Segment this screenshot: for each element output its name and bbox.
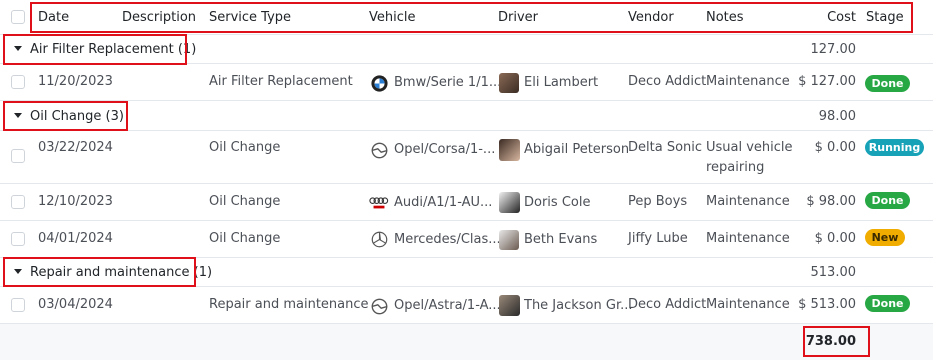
column-header-driver[interactable]: Driver	[498, 10, 538, 25]
caret-down-icon	[14, 269, 22, 274]
list-header: Date Description Service Type Vehicle Dr…	[0, 0, 933, 35]
table-row[interactable]: 11/20/2023 Air Filter Replacement Bmw/Se…	[0, 64, 933, 101]
cell-vendor: Jiffy Lube	[628, 231, 688, 246]
cell-date: 03/22/2024	[38, 140, 113, 155]
stage-badge: Done	[865, 75, 910, 92]
cell-notes: Maintenance	[706, 74, 790, 89]
cell-vehicle: Opel/Corsa/1-...	[394, 142, 496, 157]
table-row[interactable]: 03/04/2024 Repair and maintenance Opel/A…	[0, 287, 933, 324]
row-checkbox[interactable]	[11, 232, 25, 246]
stage-badge: New	[865, 229, 905, 246]
cell-service-type: Repair and maintenance	[209, 297, 369, 312]
cell-cost: $ 127.00	[798, 74, 856, 89]
cell-driver: Abigail Peterson	[524, 142, 630, 157]
list-footer: 738.00	[0, 324, 933, 360]
caret-down-icon	[14, 46, 22, 51]
column-header-vehicle[interactable]: Vehicle	[369, 10, 416, 25]
column-header-notes[interactable]: Notes	[706, 10, 744, 25]
group-row[interactable]: Repair and maintenance (1) 513.00	[0, 258, 933, 287]
row-checkbox[interactable]	[11, 75, 25, 89]
group-toggle[interactable]: Air Filter Replacement (1)	[14, 42, 196, 57]
column-header-stage[interactable]: Stage	[866, 10, 904, 25]
table-row[interactable]: 03/22/2024 Oil Change Opel/Corsa/1-... A…	[0, 131, 933, 184]
opel-logo-icon	[371, 298, 388, 315]
cell-notes: Maintenance	[706, 231, 790, 246]
cell-date: 12/10/2023	[38, 194, 113, 209]
bmw-logo-icon	[371, 75, 388, 92]
column-header-cost[interactable]: Cost	[827, 10, 856, 25]
stage-badge: Done	[865, 295, 910, 312]
cell-service-type: Air Filter Replacement	[209, 74, 353, 89]
column-header-service-type[interactable]: Service Type	[209, 10, 291, 25]
driver-avatar	[499, 192, 520, 213]
driver-avatar	[499, 139, 520, 161]
select-all-checkbox[interactable]	[11, 10, 25, 24]
cell-vehicle: Opel/Astra/1-A...	[394, 298, 501, 313]
cell-date: 04/01/2024	[38, 231, 113, 246]
cell-vehicle: Audi/A1/1-AU...	[394, 195, 493, 210]
cell-vendor: Deco Addict	[628, 297, 707, 312]
cell-date: 11/20/2023	[38, 74, 113, 89]
cell-service-type: Oil Change	[209, 194, 281, 209]
group-label: Oil Change (3)	[30, 109, 124, 124]
column-header-vendor[interactable]: Vendor	[628, 10, 674, 25]
cell-driver: Beth Evans	[524, 232, 598, 247]
cell-notes-line2: repairing	[706, 160, 765, 175]
cell-cost: $ 0.00	[814, 140, 856, 155]
driver-avatar	[499, 295, 520, 316]
cell-notes: Maintenance	[706, 194, 790, 209]
group-total-cost: 513.00	[810, 265, 857, 280]
cell-driver: The Jackson Gr...	[524, 298, 633, 313]
table-row[interactable]: 04/01/2024 Oil Change Mercedes/Clas... B…	[0, 221, 933, 258]
group-label: Repair and maintenance (1)	[30, 265, 213, 280]
group-row[interactable]: Air Filter Replacement (1) 127.00	[0, 35, 933, 64]
column-header-description[interactable]: Description	[122, 10, 196, 25]
group-toggle[interactable]: Repair and maintenance (1)	[14, 265, 212, 280]
cell-vendor: Deco Addict	[628, 74, 707, 89]
driver-avatar	[499, 230, 519, 250]
group-total-cost: 98.00	[818, 109, 856, 124]
cell-vendor: Pep Boys	[628, 194, 688, 209]
row-checkbox[interactable]	[11, 149, 25, 163]
cell-service-type: Oil Change	[209, 140, 281, 155]
grand-total-cost: 738.00	[805, 334, 856, 349]
table-row[interactable]: 12/10/2023 Oil Change Audi/A1/1-AU... Do…	[0, 184, 933, 221]
mercedes-logo-icon	[371, 231, 388, 248]
caret-down-icon	[14, 113, 22, 118]
row-checkbox[interactable]	[11, 195, 25, 209]
cell-notes: Maintenance	[706, 297, 790, 312]
cell-cost: $ 0.00	[814, 231, 856, 246]
cell-date: 03/04/2024	[38, 297, 113, 312]
audi-logo-icon	[369, 197, 389, 209]
cell-vendor: Delta Sonic	[628, 140, 703, 155]
cell-service-type: Oil Change	[209, 231, 281, 246]
cell-vehicle: Bmw/Serie 1/1...	[394, 75, 502, 90]
group-total-cost: 127.00	[810, 42, 857, 57]
group-toggle[interactable]: Oil Change (3)	[14, 109, 124, 124]
column-header-date[interactable]: Date	[38, 10, 69, 25]
stage-badge: Running	[865, 139, 924, 156]
opel-logo-icon	[371, 142, 388, 159]
cell-notes: Usual vehicle	[706, 140, 793, 155]
driver-avatar	[499, 73, 519, 93]
cell-cost: $ 513.00	[798, 297, 856, 312]
group-label: Air Filter Replacement (1)	[30, 42, 197, 57]
group-row[interactable]: Oil Change (3) 98.00	[0, 101, 933, 131]
cell-vehicle: Mercedes/Clas...	[394, 232, 501, 247]
cell-cost: $ 98.00	[806, 194, 856, 209]
cell-driver: Eli Lambert	[524, 75, 599, 90]
stage-badge: Done	[865, 192, 910, 209]
cell-driver: Doris Cole	[524, 195, 591, 210]
row-checkbox[interactable]	[11, 298, 25, 312]
